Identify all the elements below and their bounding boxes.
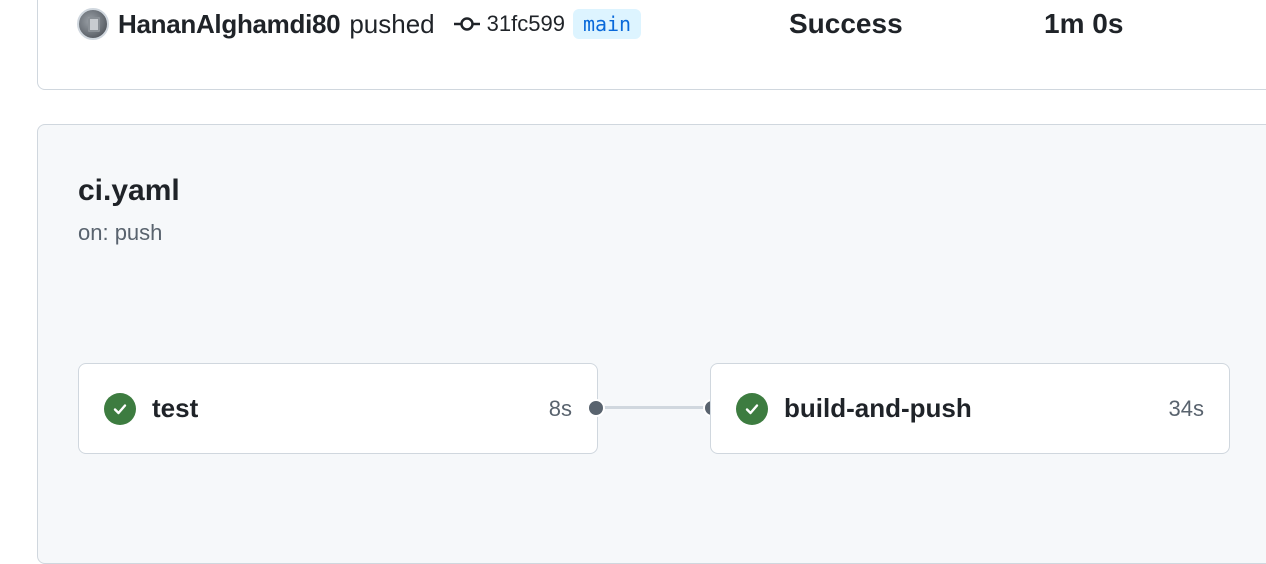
- job-card-build-and-push[interactable]: build-and-push 34s: [710, 363, 1230, 454]
- run-status: Success: [789, 8, 903, 39]
- job-name: build-and-push: [784, 393, 972, 423]
- connector-out-dot: [587, 399, 605, 417]
- branch-badge[interactable]: main: [572, 9, 642, 39]
- workflow-trigger: on: push: [78, 220, 163, 245]
- job-card-test[interactable]: test 8s: [78, 363, 598, 454]
- git-commit-icon: [453, 17, 480, 31]
- run-summary-row: HananAlghamdi80 pushed 31fc599 main: [77, 6, 642, 42]
- job-dependency-connector: [598, 406, 710, 409]
- action-text: pushed: [349, 8, 435, 39]
- job-duration: 34s: [1168, 395, 1204, 421]
- commit-sha-link[interactable]: 31fc599: [487, 11, 565, 37]
- workflow-graph-panel: [37, 124, 1266, 564]
- job-name: test: [152, 393, 199, 423]
- actor-link[interactable]: HananAlghamdi80: [118, 9, 341, 40]
- run-duration: 1m 0s: [1044, 8, 1124, 39]
- user-avatar[interactable]: [77, 8, 109, 40]
- check-circle-icon: [104, 392, 136, 425]
- job-duration: 8s: [548, 395, 572, 421]
- workflow-file-name: ci.yaml: [78, 174, 180, 207]
- check-circle-icon: [736, 392, 768, 425]
